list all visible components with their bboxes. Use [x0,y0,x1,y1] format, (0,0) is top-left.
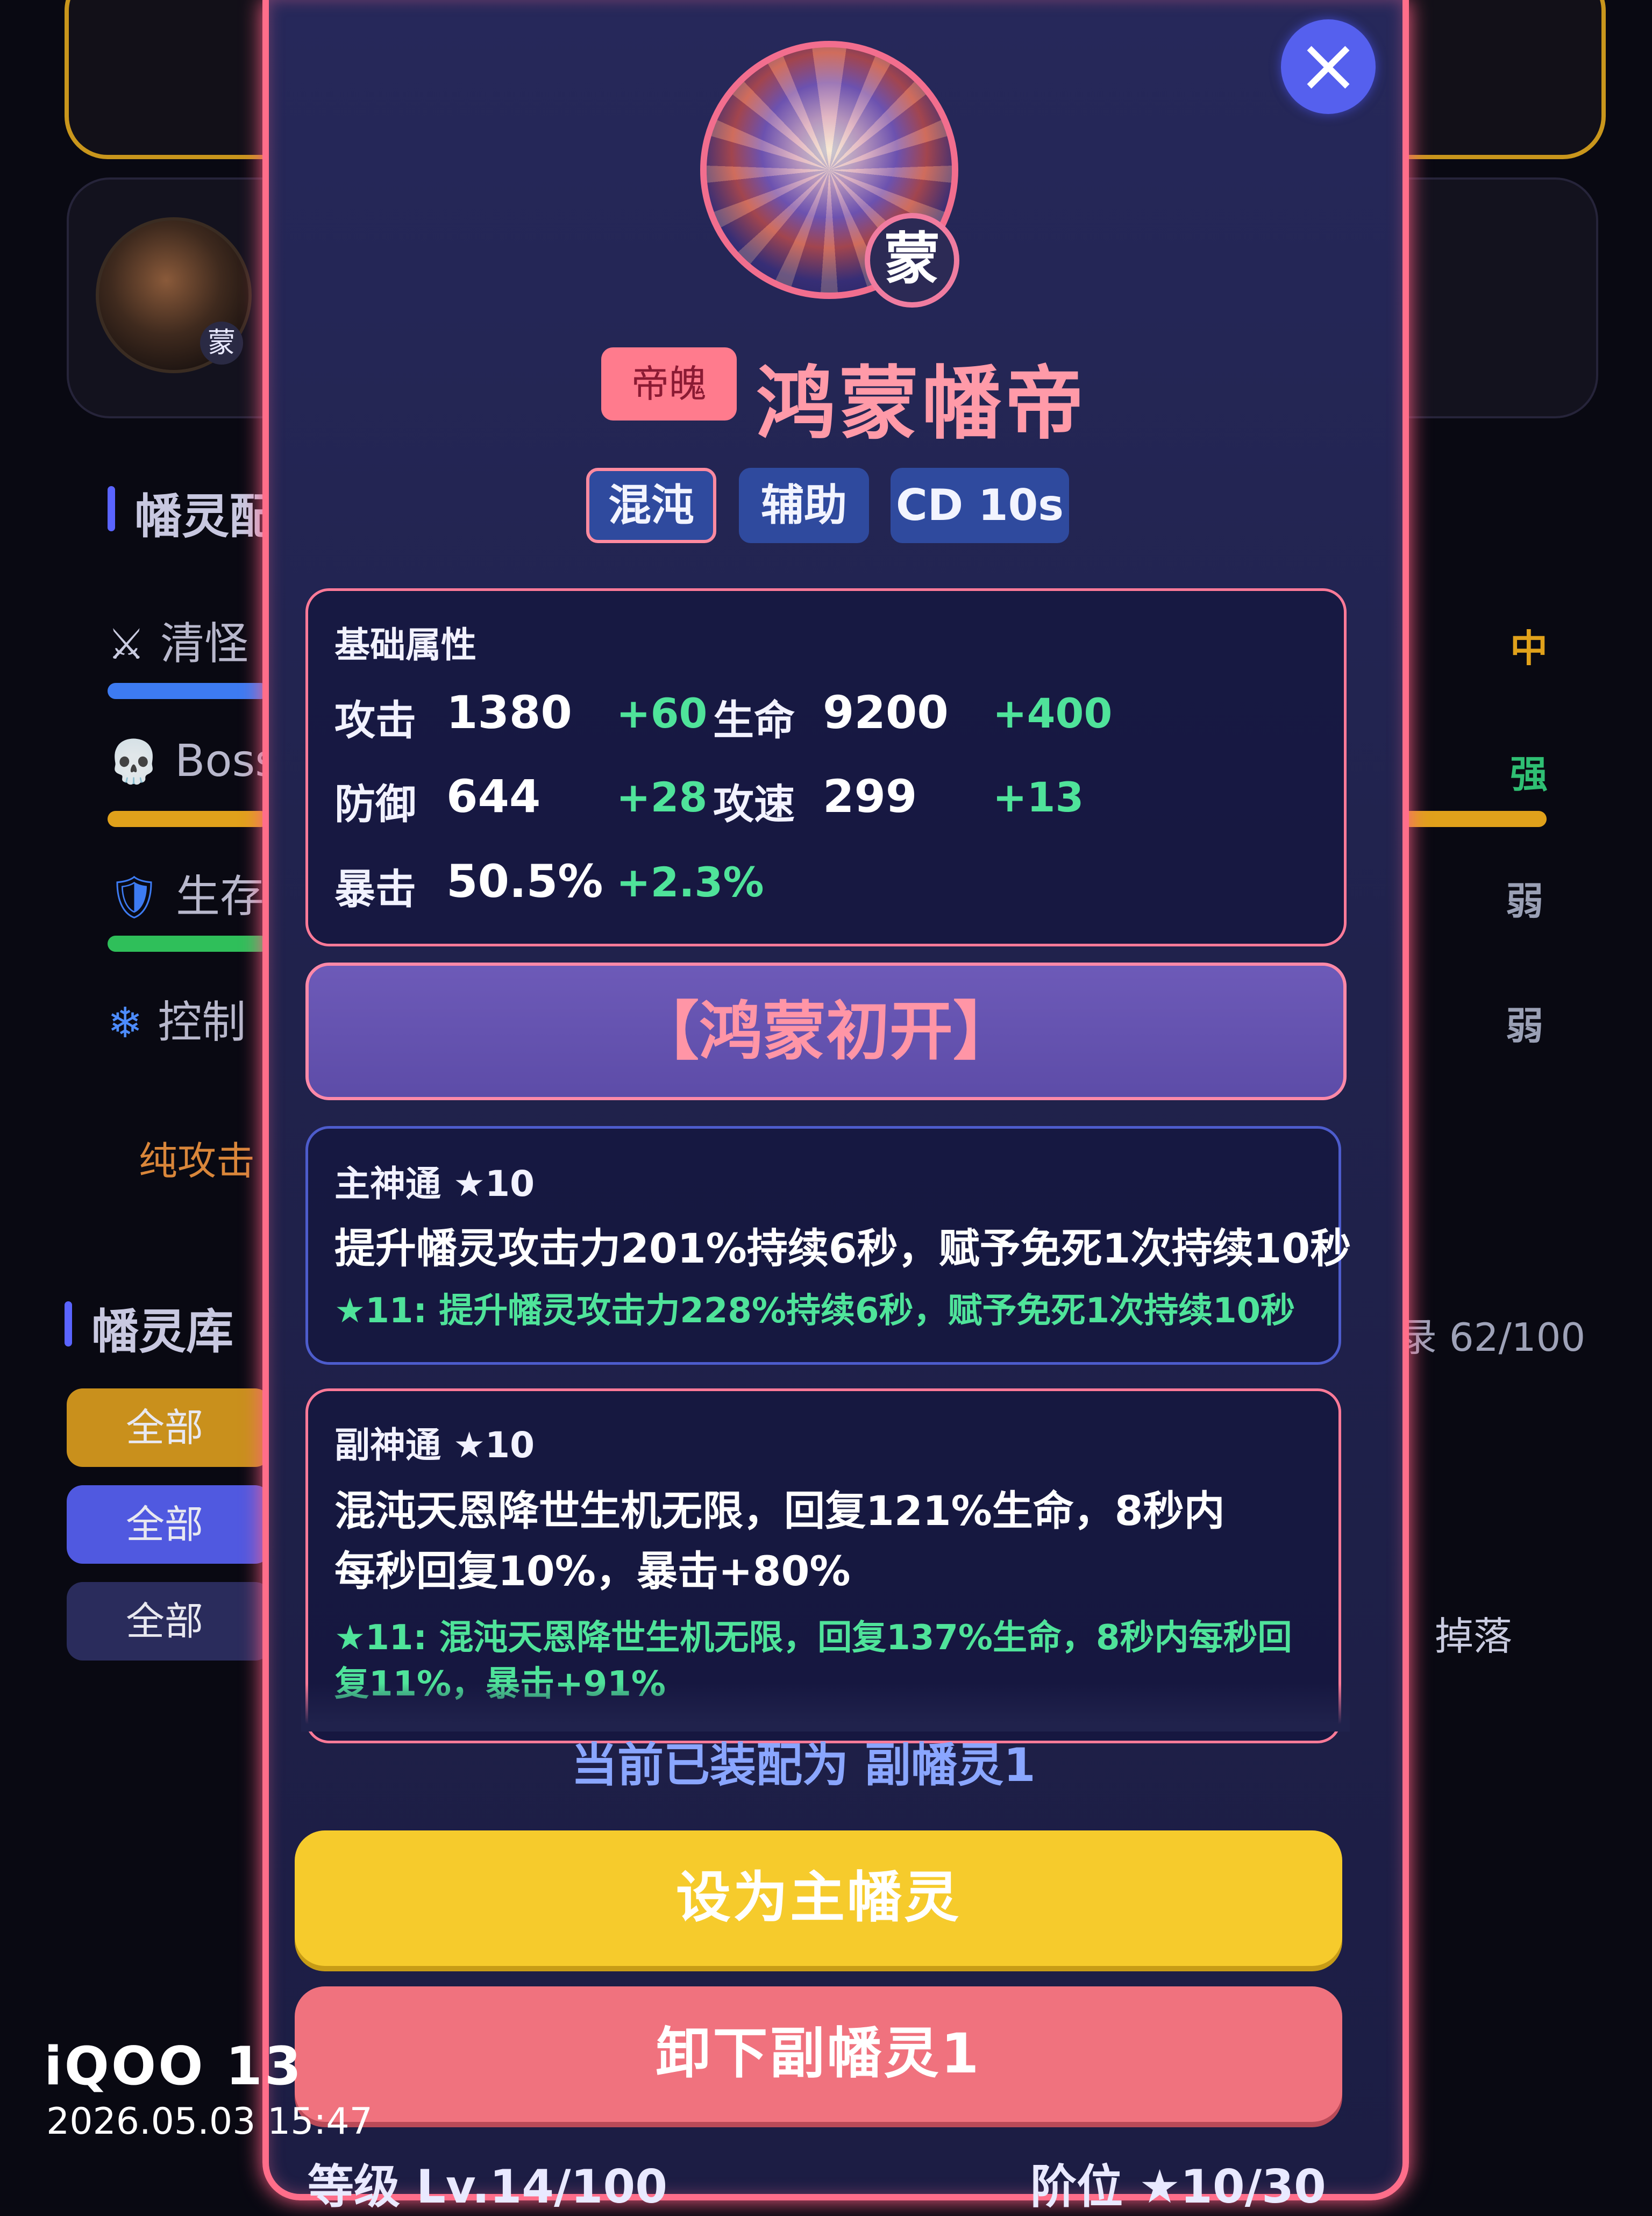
stat-speed-label: 攻速 [713,780,795,828]
stat-boss-bar [108,811,269,827]
skill-name-banner: 【鸿蒙初开】 [305,963,1347,1100]
unequip-button[interactable]: 卸下副幡灵1 [295,1986,1342,2122]
background-avatar-badge: 蒙 [200,322,243,365]
stat-boss-rating: 强 [1510,752,1548,796]
filter-all-1[interactable]: 全部 [67,1388,271,1467]
filter-all-2[interactable]: 全部 [67,1485,271,1564]
stat-defense-value: 644 [446,770,541,823]
rank-badge: 帝魄 [601,347,737,421]
base-stats-title: 基础属性 [334,624,476,666]
tag-chaos: 混沌 [586,468,716,543]
equipped-status: 当前已装配为 副幡灵1 [571,1738,1036,1792]
stat-hp-label: 生命 [713,696,795,744]
stat-clear-rating: 中 [1510,626,1548,671]
level-label: 等级 Lv.14/100 [308,2160,668,2214]
close-button[interactable]: × [1281,19,1376,114]
main-skill-title: 主神通 ★10 [334,1163,535,1205]
stat-control-rating: 弱 [1506,1004,1543,1048]
sub-skill-next-line1: ★11: 混沌天恩降世生机无限，回复137%生命，8秒内每秒回 [334,1618,1292,1658]
portrait-badge: 蒙 [865,213,959,308]
stat-clear-label: ⚔ 清怪 [108,618,248,669]
scroll-fade [301,1683,1350,1732]
stat-attack-bonus: +60 [616,689,708,737]
skull-icon: 💀 [108,738,160,786]
stage-label: 阶位 ★10/30 [1030,2160,1326,2214]
lineup-note: 纯攻击 [139,1138,255,1184]
stat-defense-label: 防御 [334,780,416,828]
main-skill-desc: 提升幡灵攻击力201%持续6秒，赋予免死1次持续10秒 [334,1224,1351,1272]
sub-skill-title: 副神通 ★10 [334,1424,535,1466]
stat-attack-value: 1380 [446,686,572,739]
lineup-section-title: 幡灵配 [108,479,276,547]
library-section-title: 幡灵库 [65,1294,233,1362]
stat-survive-rating: 弱 [1506,879,1543,923]
tag-support: 辅助 [739,468,869,543]
sub-skill-desc-line2: 每秒回复10%，暴击+80% [334,1547,851,1595]
stat-crit-value: 50.5% [446,855,603,908]
snowflake-icon: ❄ [108,999,143,1048]
stat-survive-label: 🛡 生存 [108,871,265,922]
camera-brand-watermark: iQOO 13 [44,2036,304,2097]
stat-control-label: ❄ 控制 [108,997,246,1048]
swords-icon: ⚔ [108,621,145,669]
collection-count: 录 62/100 [1398,1315,1586,1360]
stat-attack-label: 攻击 [334,696,416,744]
camera-timestamp-watermark: 2026.05.03 15:47 [46,2100,373,2143]
stat-clear-bar [108,683,269,699]
stat-speed-value: 299 [823,770,917,823]
stat-crit-bonus: +2.3% [616,858,764,906]
sub-skill-desc-line1: 混沌天恩降世生机无限，回复121%生命，8秒内 [334,1487,1225,1535]
main-skill-next-level: ★11: 提升幡灵攻击力228%持续6秒，赋予免死1次持续10秒 [334,1291,1295,1331]
hero-name: 鸿蒙幡帝 [756,358,1087,450]
filter-all-3[interactable]: 全部 [67,1582,271,1661]
stat-crit-label: 暴击 [334,865,416,913]
stat-boss-label: 💀 Boss [108,736,278,787]
set-main-button[interactable]: 设为主幡灵 [295,1830,1342,1966]
stat-speed-bonus: +13 [993,773,1084,821]
stat-boss-bar-right [1396,811,1547,827]
stat-hp-bonus: +400 [993,689,1113,737]
stat-hp-value: 9200 [823,686,949,739]
drop-filter-label[interactable]: 掉落 [1435,1605,1512,1661]
tag-cooldown: CD 10s [891,468,1069,543]
stat-survive-bar [108,936,269,952]
close-icon: × [1297,22,1360,109]
stat-defense-bonus: +28 [616,773,708,821]
shield-icon: 🛡 [108,873,161,922]
